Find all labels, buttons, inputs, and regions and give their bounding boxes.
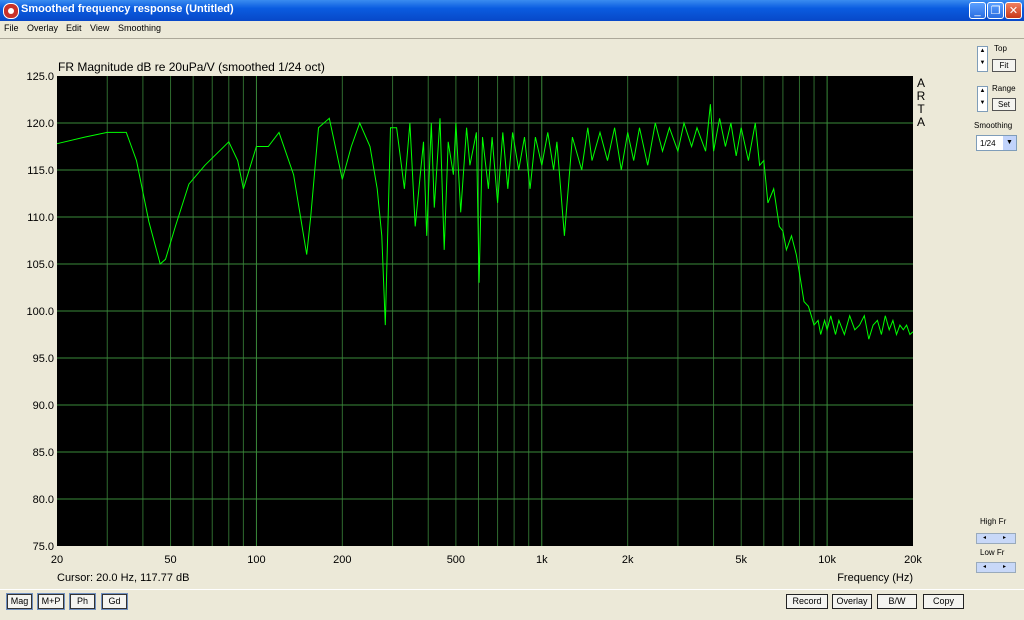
overlay-button[interactable]: Overlay: [832, 594, 872, 609]
y-tick-label: 125.0: [26, 71, 54, 83]
y-tick-label: 85.0: [33, 447, 54, 459]
y-tick-label: 105.0: [26, 259, 54, 271]
maximize-button[interactable]: ❐: [987, 2, 1004, 19]
fit-button[interactable]: Fit: [992, 59, 1016, 72]
record-button[interactable]: Record: [786, 594, 828, 609]
menu-view[interactable]: View: [90, 23, 109, 33]
x-tick-label: 5k: [735, 554, 747, 566]
x-tick-label: 2k: [622, 554, 634, 566]
watermark-letter: R: [917, 89, 926, 103]
top-spinner[interactable]: ▲ ▼: [977, 46, 988, 72]
y-tick-label: 95.0: [33, 353, 54, 365]
x-tick-label: 20k: [904, 554, 922, 566]
group-delay-button[interactable]: Gd: [101, 593, 128, 610]
window-title: Smoothed frequency response (Untitled): [21, 3, 234, 15]
arta-watermark: ARTA: [917, 76, 926, 129]
menu-bar: File Overlay Edit View Smoothing: [0, 21, 1024, 36]
menu-divider: [0, 38, 1024, 39]
top-label: Top: [994, 44, 1007, 53]
y-tick-label: 75.0: [33, 541, 54, 553]
plot-area: 75.0 80.0 85.0 90.0 95.0 100.0 105.0 110.0 115.0…: [0, 40, 965, 588]
spin-down-icon[interactable]: ▼: [978, 59, 987, 71]
cursor-readout: Cursor: 20.0 Hz, 117.77 dB: [57, 572, 189, 584]
x-tick-label: 500: [447, 554, 465, 566]
y-tick-labels: 75.0 80.0 85.0 90.0 95.0 100.0 105.0 110.0 115.0…: [26, 71, 54, 553]
frequency-response-chart[interactable]: 75.0 80.0 85.0 90.0 95.0 100.0 105.0 110.0 115.0…: [0, 40, 965, 588]
mag-phase-button[interactable]: M+P: [37, 593, 65, 610]
title-bar[interactable]: Smoothed frequency response (Untitled) _…: [0, 0, 1024, 21]
x-tick-label: 200: [333, 554, 351, 566]
arrow-left-icon[interactable]: ◂: [983, 563, 986, 572]
menu-file[interactable]: File: [4, 23, 19, 33]
low-fr-scroller[interactable]: ◂ ▸: [976, 562, 1016, 573]
smoothing-value: 1/24: [980, 139, 996, 148]
range-spinner[interactable]: ▲ ▼: [977, 86, 988, 112]
x-tick-label: 20: [51, 554, 63, 566]
arrow-right-icon[interactable]: ▸: [1003, 534, 1006, 543]
arrow-left-icon[interactable]: ◂: [983, 534, 986, 543]
high-fr-label: High Fr: [980, 517, 1007, 526]
spin-up-icon[interactable]: ▲: [978, 47, 987, 59]
smoothing-select[interactable]: 1/24 ▼: [976, 135, 1017, 151]
range-label: Range: [992, 84, 1016, 93]
smoothing-label: Smoothing: [974, 121, 1013, 130]
dropdown-arrow-icon[interactable]: ▼: [1003, 136, 1016, 150]
app-icon[interactable]: [3, 3, 19, 19]
high-fr-scroller[interactable]: ◂ ▸: [976, 533, 1016, 544]
menu-smoothing[interactable]: Smoothing: [118, 23, 161, 33]
x-tick-label: 1k: [536, 554, 548, 566]
spin-up-icon[interactable]: ▲: [978, 87, 987, 99]
x-tick-label: 50: [164, 554, 176, 566]
watermark-letter: A: [917, 115, 925, 129]
bw-button[interactable]: B/W: [877, 594, 917, 609]
close-button[interactable]: ✕: [1005, 2, 1022, 19]
menu-overlay[interactable]: Overlay: [27, 23, 58, 33]
minimize-button[interactable]: _: [969, 2, 986, 19]
y-tick-label: 115.0: [27, 165, 54, 177]
spin-down-icon[interactable]: ▼: [978, 99, 987, 111]
x-tick-label: 100: [247, 554, 265, 566]
y-tick-label: 80.0: [33, 494, 54, 506]
arrow-right-icon[interactable]: ▸: [1003, 563, 1006, 572]
y-tick-label: 110.0: [27, 212, 54, 224]
x-axis-label: Frequency (Hz): [837, 572, 913, 584]
y-tick-label: 120.0: [26, 118, 54, 130]
watermark-letter: T: [917, 102, 925, 116]
low-fr-label: Low Fr: [980, 548, 1005, 557]
y-tick-label: 90.0: [33, 400, 54, 412]
y-tick-label: 100.0: [26, 306, 54, 318]
copy-button[interactable]: Copy: [923, 594, 964, 609]
watermark-letter: A: [917, 76, 925, 90]
x-tick-label: 10k: [818, 554, 836, 566]
mag-button[interactable]: Mag: [6, 593, 33, 610]
phase-button[interactable]: Ph: [69, 593, 96, 610]
chart-title: FR Magnitude dB re 20uPa/V (smoothed 1/2…: [58, 60, 325, 74]
menu-edit[interactable]: Edit: [66, 23, 82, 33]
set-button[interactable]: Set: [992, 98, 1016, 111]
x-tick-labels: 20 50 100 200 500 1k 2k 5k 10k 20k: [51, 554, 922, 566]
